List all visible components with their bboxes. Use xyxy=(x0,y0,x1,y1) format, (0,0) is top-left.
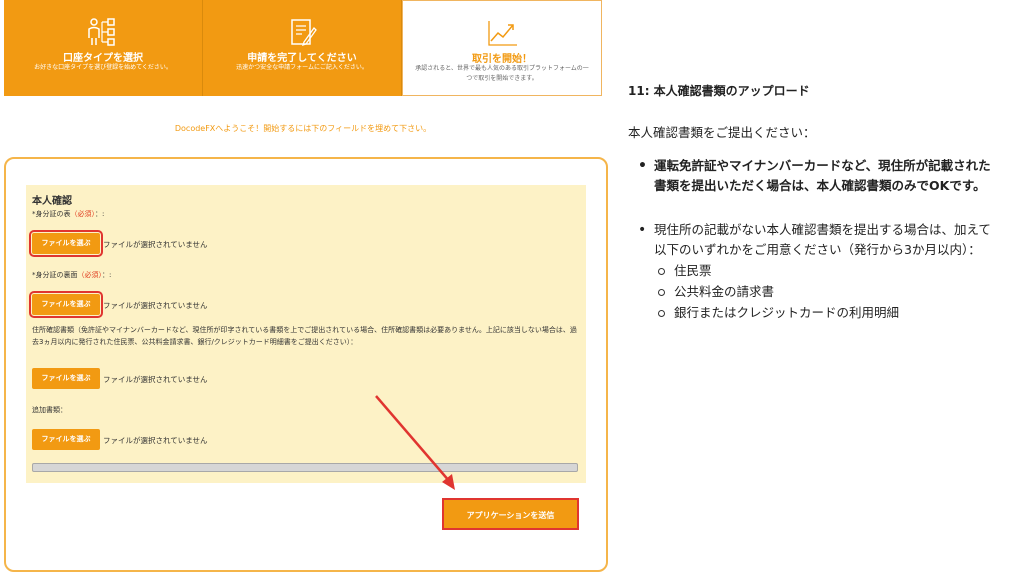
id-back-label: *身分証の裏面（必須）：: xyxy=(32,271,112,279)
step-title: 口座タイプを選択 xyxy=(63,53,143,64)
identity-section: 本人確認 *身分証の表（必須）：: ファイルを選ぶ ファイルが選択されていません… xyxy=(26,185,586,483)
additional-docs-file-button[interactable]: ファイルを選ぶ xyxy=(32,429,100,450)
steps-bar: 口座タイプを選択 お好きな口座タイプを選び登録を始めてください。 申請を完了して… xyxy=(4,0,602,96)
requirements-list: 運転免許証やマイナンバーカードなど、現住所が記載された書類を提出いただく場合は、… xyxy=(628,156,1008,323)
user-flow-icon xyxy=(88,18,115,46)
upload-form-card: 本人確認 *身分証の表（必須）：: ファイルを選ぶ ファイルが選択されていません… xyxy=(4,157,608,572)
list-item: 銀行またはクレジットカードの利用明細 xyxy=(654,302,1008,323)
step-desc: 迅速かつ安全な申請フォームにご記入ください。 xyxy=(236,64,368,71)
submit-application-button[interactable]: アプリケーションを送信 xyxy=(442,498,579,530)
id-front-file-status: ファイルが選択されていません xyxy=(103,240,208,249)
form-edit-icon xyxy=(291,19,317,46)
list-item: 住民票 xyxy=(654,260,1008,281)
upload-progress-bar xyxy=(32,463,578,472)
address-proof-file-status: ファイルが選択されていません xyxy=(103,375,208,384)
step-title: 申請を完了してください xyxy=(247,53,357,64)
step-desc: 承認されると、世界で最も人気のある取引プラットフォームの一つで取引を開始できます… xyxy=(415,65,589,82)
address-proof-file-button[interactable]: ファイルを選ぶ xyxy=(32,368,100,389)
step-start-trading: 取引を開始！ 承認されると、世界で最も人気のある取引プラットフォームの一つで取引… xyxy=(402,0,602,96)
list-item: 公共料金の請求書 xyxy=(654,281,1008,302)
screenshot-panel: 口座タイプを選択 お好きな口座タイプを選び登録を始めてください。 申請を完了して… xyxy=(0,0,612,576)
step-select-account: 口座タイプを選択 お好きな口座タイプを選び登録を始めてください。 xyxy=(4,0,203,96)
section-heading: 本人確認 xyxy=(32,196,72,207)
list-item: 現住所の記載がない本人確認書類を提出する場合は、加えて以下のいずれかをご用意くだ… xyxy=(628,220,998,260)
step-complete-application: 申請を完了してください 迅速かつ安全な申請フォームにご記入ください。 xyxy=(203,0,402,96)
additional-docs-file-status: ファイルが選択されていません xyxy=(103,436,208,445)
id-back-file-button[interactable]: ファイルを選ぶ xyxy=(29,291,103,318)
document-options-list: 住民票 公共料金の請求書 銀行またはクレジットカードの利用明細 xyxy=(654,260,1008,323)
intro-text: 本人確認書類をご提出ください： xyxy=(628,125,816,140)
step-desc: お好きな口座タイプを選び登録を始めてください。 xyxy=(34,64,172,71)
address-proof-note: 住所確認書類（免許証やマイナンバーカードなど、現住所が印字されている書類を上でご… xyxy=(32,326,577,346)
welcome-message: DocodeFXへようこそ！開始するには下のフィールドを埋めて下さい。 xyxy=(174,124,432,133)
section-heading: 11: 本人確認書類のアップロード xyxy=(628,84,810,98)
id-back-file-status: ファイルが選択されていません xyxy=(103,301,208,310)
id-front-file-button[interactable]: ファイルを選ぶ xyxy=(29,230,103,257)
growth-chart-icon xyxy=(488,21,517,46)
list-item: 運転免許証やマイナンバーカードなど、現住所が記載された書類を提出いただく場合は、… xyxy=(628,156,1003,196)
step-title: 取引を開始！ xyxy=(472,54,532,65)
additional-docs-label: 追加書類： xyxy=(32,406,67,414)
id-front-label: *身分証の表（必須）：: xyxy=(32,210,105,218)
